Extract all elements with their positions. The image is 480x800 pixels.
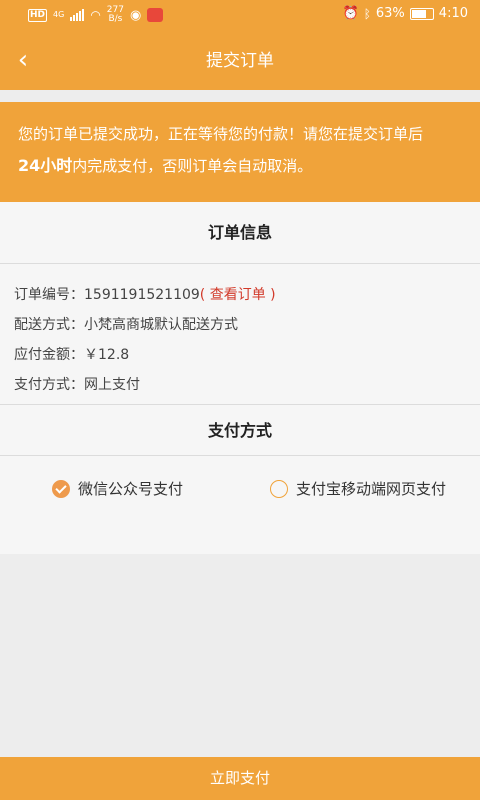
order-card: 订单信息 订单编号：1591191521109( 查看订单 ) 配送方式：小梵高… xyxy=(0,202,480,554)
notice-line2: 内完成支付，否则订单会自动取消。 xyxy=(72,157,313,175)
payment-method-row: 支付方式：网上支付 xyxy=(14,370,480,400)
alipay-label: 支付宝移动端网页支付 xyxy=(296,480,447,498)
notice-line1: 您的订单已提交成功，正在等待您的付款！请您在提交订单后 xyxy=(18,125,424,143)
payment-method-label: 支付方式： xyxy=(14,377,84,393)
status-left: HD 4G ◠ 277 B/s ◉ xyxy=(28,6,164,24)
alipay-option[interactable]: 支付宝移动端网页支付 xyxy=(270,478,446,499)
hd-icon: HD xyxy=(28,8,48,22)
amount-row: 应付金额：￥12.8 xyxy=(14,340,480,370)
delivery-value: 小梵高商城默认配送方式 xyxy=(84,317,238,333)
status-right: ⏰ ᛒ 63% 4:10 xyxy=(343,6,469,21)
status-bar: HD 4G ◠ 277 B/s ◉ ⏰ ᛒ 63% 4:10 xyxy=(0,0,480,30)
pay-now-button[interactable]: 立即支付 xyxy=(0,757,480,800)
order-success-notice: 您的订单已提交成功，正在等待您的付款！请您在提交订单后 24小时内完成支付，否则… xyxy=(0,102,480,202)
view-order-link[interactable]: ( 查看订单 ) xyxy=(200,287,276,303)
order-number-row: 订单编号：1591191521109( 查看订单 ) xyxy=(14,280,480,310)
wechat-pay-label: 微信公众号支付 xyxy=(78,480,184,498)
radio-unchecked-icon[interactable] xyxy=(270,479,288,498)
network-type: 4G xyxy=(53,10,65,19)
battery-percent: 63% xyxy=(375,6,405,21)
page-title: 提交订单 xyxy=(206,51,274,71)
app-header: ‹ 提交订单 xyxy=(0,30,480,90)
signal-icon xyxy=(70,9,85,21)
order-info-list: 订单编号：1591191521109( 查看订单 ) 配送方式：小梵高商城默认配… xyxy=(0,264,480,404)
radio-checked-icon[interactable] xyxy=(52,479,70,498)
payment-options: 微信公众号支付 支付宝移动端网页支付 xyxy=(0,456,480,526)
network-speed: 277 B/s xyxy=(107,6,124,24)
payment-method-value: 网上支付 xyxy=(84,377,140,393)
amount-label: 应付金额： xyxy=(14,347,84,363)
wechat-pay-option[interactable]: 微信公众号支付 xyxy=(52,478,183,499)
delivery-row: 配送方式：小梵高商城默认配送方式 xyxy=(14,310,480,340)
eye-icon: ◉ xyxy=(129,7,142,23)
app-notification-icon xyxy=(147,8,164,22)
order-number-label: 订单编号： xyxy=(14,287,84,303)
bluetooth-icon: ᛒ xyxy=(363,6,371,21)
clock: 4:10 xyxy=(438,6,468,21)
battery-icon xyxy=(409,7,434,20)
delivery-label: 配送方式： xyxy=(14,317,84,333)
wifi-icon: ◠ xyxy=(90,8,101,22)
alarm-icon: ⏰ xyxy=(342,6,359,21)
notice-deadline: 24小时 xyxy=(18,156,73,175)
payment-title: 支付方式 xyxy=(0,404,480,456)
order-number-value: 1591191521109 xyxy=(84,287,200,303)
speed-unit: B/s xyxy=(108,14,123,24)
amount-value: ￥12.8 xyxy=(84,347,130,363)
order-info-title: 订单信息 xyxy=(0,202,480,264)
